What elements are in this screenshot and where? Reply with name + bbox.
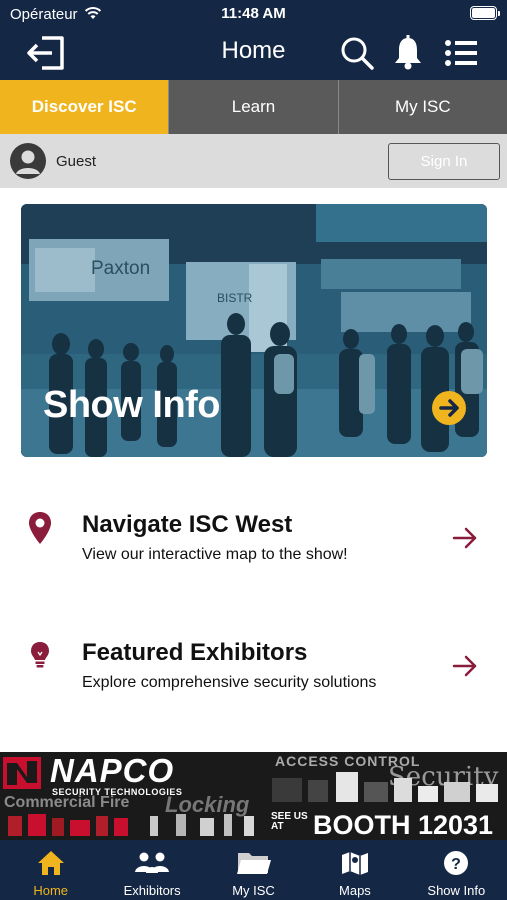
people-icon [134,849,170,882]
map-pin-icon [28,511,52,550]
arrow-right-icon[interactable] [452,653,478,684]
featured-exhibitors-row[interactable]: Featured Exhibitors Explore comprehensiv… [0,639,507,729]
napco-ad-banner[interactable]: NAPCO SECURITY TECHNOLOGIES ACCESS CONTR… [0,752,507,840]
ad-brand: NAPCO [50,752,175,789]
paxton-sign: Paxton [91,258,150,279]
lightbulb-icon [28,641,52,674]
napco-logo-icon [3,757,41,789]
battery-icon [470,6,500,20]
search-icon[interactable] [340,34,376,77]
avatar-icon [10,143,46,179]
home-icon [36,849,66,882]
navigate-row[interactable]: Navigate ISC West View our interactive m… [0,511,507,601]
folder-icon [236,849,272,882]
bottom-tab-label: Show Info [427,883,486,898]
bottom-tab-label: Home [33,883,69,898]
exhibitors-title: Featured Exhibitors [82,639,308,666]
bottom-tab-my-isc[interactable]: My ISC [203,840,304,900]
status-time: 11:48 AM [221,5,286,22]
top-tabs: Discover ISC Learn My ISC [0,80,507,134]
arrow-right-icon[interactable] [452,525,478,556]
bottom-tab-label: Maps [339,883,371,898]
bell-icon[interactable] [392,34,424,77]
map-icon [340,849,370,882]
list-menu-icon[interactable] [443,34,479,77]
bottom-tab-maps[interactable]: Maps [304,840,405,900]
show-info-title: Show Info [43,384,221,426]
question-icon: ? [442,849,470,882]
user-bar: Guest Sign In [0,134,507,188]
bottom-tab-label: Exhibitors [123,883,181,898]
navigate-title: Navigate ISC West [82,511,293,538]
show-info-card[interactable]: Paxton BISTR Show Info [21,204,487,457]
svg-text:?: ? [451,856,461,873]
exhibitors-subtitle: Explore comprehensive security solutions [82,674,377,691]
tab-my-isc[interactable]: My ISC [337,80,507,134]
page-title: Home [221,37,286,64]
bottom-tab-label: My ISC [232,883,275,898]
arrow-right-circle-icon[interactable] [432,391,466,425]
tab-learn[interactable]: Learn [168,80,338,134]
sign-in-button[interactable]: Sign In [388,143,500,180]
nav-bar: Home [0,28,507,80]
ad-booth-number: BOOTH 12031 [313,810,494,840]
bottom-tab-exhibitors[interactable]: Exhibitors [101,840,202,900]
bistro-sign: BISTR [217,291,253,305]
bottom-tab-home[interactable]: Home [0,840,101,900]
bottom-tab-bar: Home Exhibitors My ISC Maps ? Show Info [0,840,507,900]
ad-see-us: SEE US AT [271,811,308,832]
ad-devices-image [272,772,498,802]
tab-discover-isc[interactable]: Discover ISC [0,80,169,134]
status-bar: Opérateur 11:48 AM [0,0,507,28]
top-header: Opérateur 11:48 AM Home [0,0,507,80]
navigate-subtitle: View our interactive map to the show! [82,546,348,563]
bottom-tab-show-info[interactable]: ? Show Info [406,840,507,900]
user-name: Guest [56,153,97,170]
